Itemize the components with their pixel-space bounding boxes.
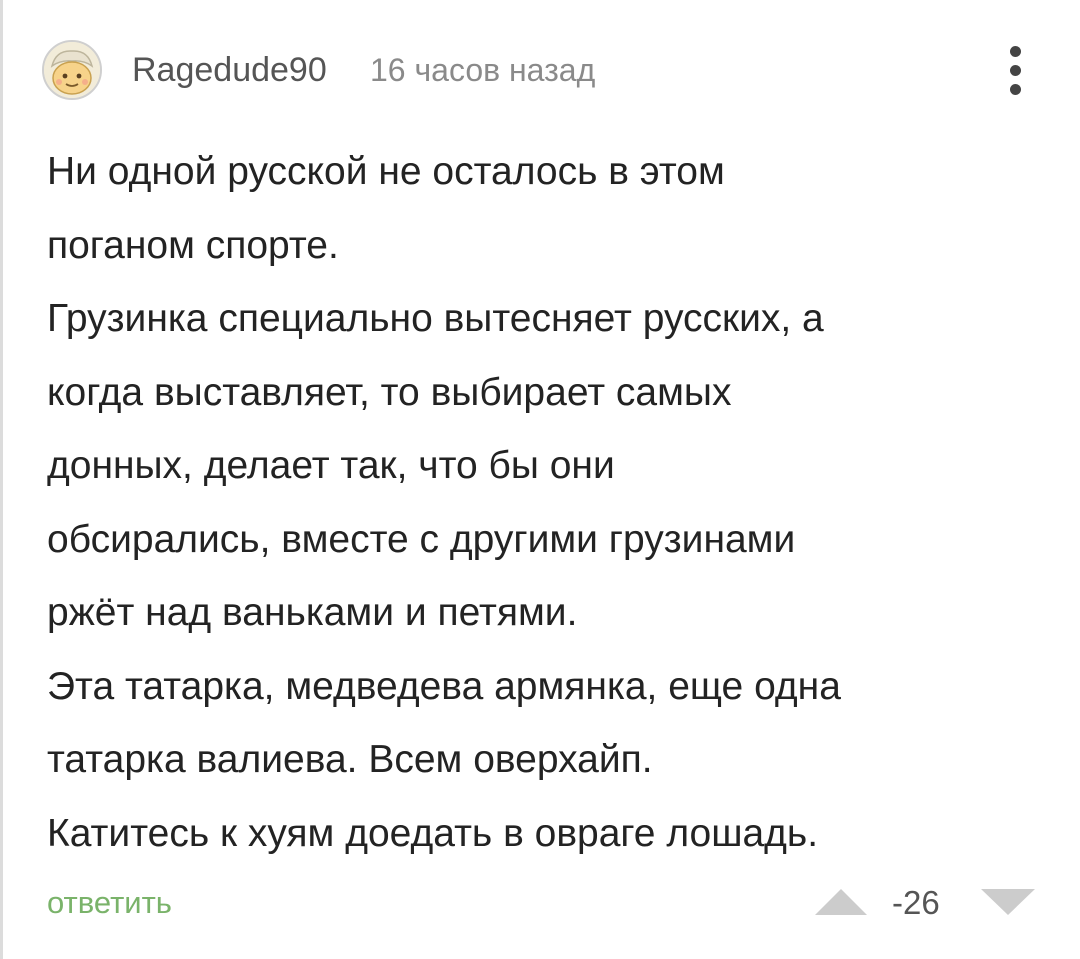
triangle-down-icon xyxy=(981,889,1035,915)
comment-line: донных, делает так, что бы они xyxy=(47,444,615,487)
downvote-button[interactable] xyxy=(979,885,1037,919)
author-username[interactable]: Ragedude90 xyxy=(132,50,327,90)
comment-line: Ни одной русской не осталось в этом xyxy=(47,150,725,193)
comment-line: татарка валиева. Всем оверхайп. xyxy=(47,738,653,781)
comment-actions: ответить -26 xyxy=(47,875,1037,931)
avatar[interactable] xyxy=(42,40,102,100)
triangle-up-icon xyxy=(815,889,867,915)
comment-header: Ragedude90 16 часов назад xyxy=(42,40,1032,102)
comment-line: поганом спорте. xyxy=(47,223,339,267)
comment-rating: -26 xyxy=(892,884,940,921)
comment-line: Катитесь к хуям доедать в овраге лошадь. xyxy=(47,811,819,855)
thread-indent-line xyxy=(0,0,3,959)
comment-line: обсирались, вместе с другими грузинами xyxy=(47,517,796,561)
comment-line: Эта татарка, медведева армянка, еще одна xyxy=(47,664,841,708)
upvote-button[interactable] xyxy=(813,885,869,919)
comment-line: когда выставляет, то выбирает самых xyxy=(47,370,732,414)
comment-line: ржёт над ваньками и петями. xyxy=(47,591,578,634)
more-options-button[interactable] xyxy=(1006,44,1026,98)
reply-button[interactable]: ответить xyxy=(47,883,172,923)
comment-timestamp: 16 часов назад xyxy=(370,52,596,88)
cartoon-face-avatar-icon xyxy=(44,42,100,98)
comment-line: Грузинка специально вытесняет русских, а xyxy=(47,297,824,340)
comment-text: Ни одной русской не осталось в этом пога… xyxy=(47,135,1047,870)
vertical-ellipsis-icon xyxy=(1010,46,1021,57)
